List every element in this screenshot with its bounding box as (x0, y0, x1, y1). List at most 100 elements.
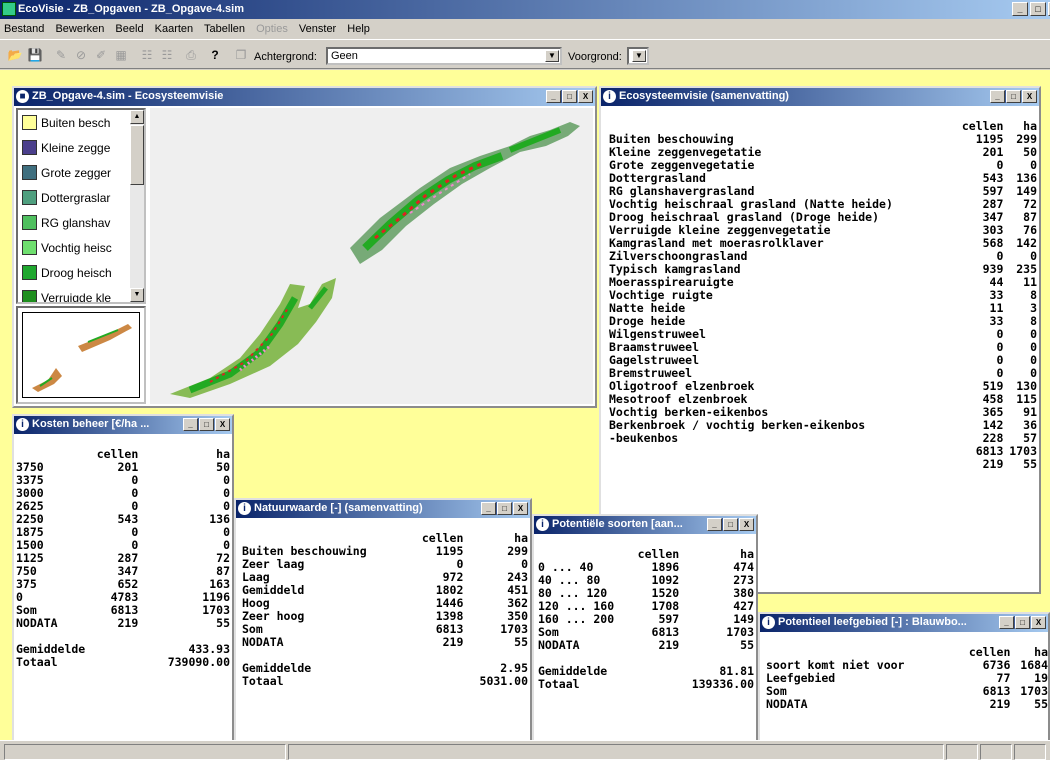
maximize-button[interactable]: □ (1015, 616, 1030, 629)
natuur-window: i Natuurwaarde [-] (samenvatting) _ □ X … (234, 498, 532, 740)
open-folder-icon[interactable]: 📂 (6, 46, 24, 64)
kosten-window: i Kosten beheer [€/ha ... _ □ X cellen ha… (12, 414, 234, 740)
legend-item[interactable]: Dottergraslar (18, 185, 144, 210)
cellen-cell: 201 (117, 460, 139, 474)
close-button[interactable]: X (1022, 90, 1037, 103)
close-button[interactable]: X (215, 418, 230, 431)
close-button[interactable]: X (739, 518, 754, 531)
total-row: Totaal 739090.00 (16, 656, 230, 669)
eco-summary-table: cellen ha Buiten beschouwing 1195 299 Kleine… (609, 120, 1037, 471)
table-row: Som 6813 1703 (242, 623, 528, 636)
ha-cell: 0 (223, 473, 230, 487)
close-button[interactable]: X (578, 90, 593, 103)
menu-tabellen[interactable]: Tabellen (204, 23, 245, 35)
legend-scrollbar[interactable]: ▲ ▼ (130, 110, 144, 302)
menu-kaarten[interactable]: Kaarten (155, 23, 194, 35)
brush-icon[interactable]: ✐ (92, 46, 110, 64)
chevron-down-icon[interactable]: ▼ (545, 50, 559, 62)
table-row: NODATA 219 55 (16, 617, 230, 630)
summary-value: 5031.00 (479, 674, 528, 688)
foreground-select[interactable]: ▼ (627, 47, 649, 65)
legend-item[interactable]: Buiten besch (18, 110, 144, 135)
grid-icon[interactable]: ▦ (112, 46, 130, 64)
minimize-button[interactable]: _ (707, 518, 722, 531)
save-icon[interactable]: 💾 (26, 46, 44, 64)
legend-item[interactable]: RG glanshav (18, 210, 144, 235)
row-label: 375 (16, 577, 37, 591)
legend-item[interactable]: Kleine zegge (18, 135, 144, 160)
legend-item[interactable]: Grote zegger (18, 160, 144, 185)
minimize-button[interactable]: _ (481, 502, 496, 515)
row-label: -beukenbos (609, 431, 679, 445)
minimize-button[interactable]: _ (990, 90, 1005, 103)
eraser-icon[interactable]: ⊘ (72, 46, 90, 64)
copy-icon[interactable]: ❐ (232, 46, 250, 64)
ha-cell: 0 (223, 486, 230, 500)
cascade-icon[interactable]: ☷ (158, 46, 176, 64)
table-row: Zeer laag 0 0 (242, 558, 528, 571)
map-canvas[interactable] (150, 108, 593, 404)
total-row: Totaal 139336.00 (538, 678, 754, 691)
legend-item[interactable]: Droog heisch (18, 260, 144, 285)
maximize-button[interactable]: □ (1006, 90, 1021, 103)
ha-cell: 299 (507, 544, 528, 558)
maximize-button[interactable]: □ (1030, 2, 1046, 16)
legend-swatch (22, 190, 37, 205)
maximize-button[interactable]: □ (723, 518, 738, 531)
cellen-cell: 1195 (435, 544, 464, 558)
soorten-table: cellen ha 0 ... 40 1896 474 40 ... 80 1092 273… (538, 548, 754, 691)
scroll-down-icon[interactable]: ▼ (130, 288, 144, 302)
soorten-title: i Potentiële soorten [aan... _ □ X (534, 516, 756, 534)
natuur-table: cellen ha Buiten beschouwing 1195 299 Zeer l… (242, 532, 528, 688)
tile-icon[interactable]: ☷ (138, 46, 156, 64)
table-window-icon: i (603, 90, 616, 103)
legend-swatch (22, 115, 37, 130)
table-row: 219 55 (609, 458, 1037, 471)
kosten-table: cellen ha 3750 201 50 3375 0 0 3000 0 0 2625 0 0 2250… (16, 448, 230, 669)
chevron-down-icon[interactable]: ▼ (632, 50, 646, 62)
map-overview[interactable] (16, 306, 146, 404)
cellen-cell: 0 (131, 525, 139, 539)
maximize-button[interactable]: □ (199, 418, 214, 431)
ha-cell: 55 (1034, 697, 1048, 711)
row-label: NODATA (538, 638, 580, 652)
natuur-title: i Natuurwaarde [-] (samenvatting) _ □ X (236, 500, 530, 518)
menu-beeld[interactable]: Beeld (115, 23, 143, 35)
summary-label: Totaal (16, 655, 58, 669)
kosten-title: i Kosten beheer [€/ha ... _ □ X (14, 416, 232, 434)
menu-opties[interactable]: Opties (256, 23, 288, 35)
minimize-button[interactable]: _ (1012, 2, 1028, 16)
scroll-thumb[interactable] (130, 125, 144, 185)
legend-item[interactable]: Vochtig heisc (18, 235, 144, 260)
minimize-button[interactable]: _ (546, 90, 561, 103)
menu-help[interactable]: Help (347, 23, 370, 35)
print-icon[interactable]: ⎙ (182, 46, 200, 64)
map-legend[interactable]: Buiten besch Kleine zegge Grote zegger D… (16, 108, 146, 304)
close-button[interactable]: X (1031, 616, 1046, 629)
minimize-button[interactable]: _ (999, 616, 1014, 629)
table-window-icon: i (762, 616, 775, 629)
ha-cell: 55 (740, 638, 754, 652)
maximize-button[interactable]: □ (497, 502, 512, 515)
menu-bewerken[interactable]: Bewerken (55, 23, 104, 35)
leefgebied-table: cellen ha soort komt niet voor 6736 1684 Lee… (766, 646, 1048, 711)
help-icon[interactable]: ? (206, 46, 224, 64)
background-select[interactable]: Geen ▼ (326, 47, 562, 65)
app-title-bar: EcoVisie - ZB_Opgaven - ZB_Opgave-4.sim … (0, 0, 1050, 19)
window-controls: _ □ X (1012, 2, 1050, 16)
mdi-workspace: ■ ZB_Opgave-4.sim - Ecosysteemvisie _ □ … (0, 70, 1050, 740)
close-button[interactable]: X (513, 502, 528, 515)
foreground-label: Voorgrond: (568, 51, 622, 63)
legend-item[interactable]: Verruigde kle (18, 285, 144, 302)
maximize-button[interactable]: □ (562, 90, 577, 103)
menu-venster[interactable]: Venster (299, 23, 336, 35)
menu-bestand[interactable]: Bestand (4, 23, 44, 35)
pencil-icon[interactable]: ✎ (52, 46, 70, 64)
minimize-button[interactable]: _ (183, 418, 198, 431)
ecovisie-app-icon (2, 2, 16, 16)
table-row: NODATA 219 55 (766, 698, 1048, 711)
scroll-up-icon[interactable]: ▲ (130, 110, 144, 124)
status-panel (288, 744, 944, 760)
eco-summary-title: i Ecosysteemvisie (samenvatting) _ □ X (601, 88, 1039, 106)
legend-swatch (22, 215, 37, 230)
